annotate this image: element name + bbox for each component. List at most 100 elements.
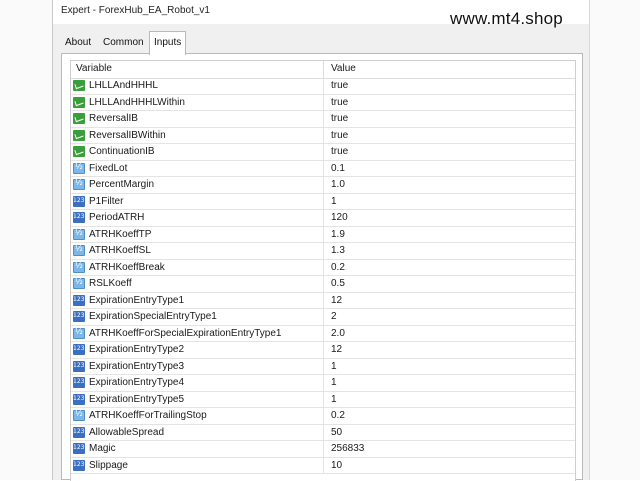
variable-value[interactable]: 50 <box>331 427 342 438</box>
variable-value[interactable]: true <box>331 113 348 124</box>
double-type-icon <box>73 277 85 289</box>
integer-type-icon <box>73 360 85 372</box>
integer-type-icon <box>73 443 85 454</box>
integer-type-icon <box>73 212 85 223</box>
variable-value[interactable]: true <box>331 97 348 108</box>
table-row[interactable]: PeriodATRH 120 <box>71 210 575 227</box>
table-row[interactable]: PercentMargin 1.0 <box>71 177 575 194</box>
variable-value[interactable]: 12 <box>331 344 342 355</box>
double-type-icon <box>73 244 85 256</box>
table-row[interactable]: ReversalIB true <box>71 111 575 128</box>
cell-divider <box>323 276 324 292</box>
watermark-text: www.mt4.shop <box>450 9 563 28</box>
cell-divider <box>323 408 324 424</box>
table-row[interactable]: ExpirationSpecialEntryType1 2 <box>71 309 575 326</box>
variable-value[interactable]: 256833 <box>331 443 364 454</box>
variable-value[interactable]: 1 <box>331 394 337 405</box>
variable-value[interactable]: 0.2 <box>331 262 345 273</box>
variable-value[interactable]: 1.9 <box>331 229 345 240</box>
variable-value[interactable]: 120 <box>331 212 348 223</box>
table-row[interactable]: P1Filter 1 <box>71 193 575 210</box>
boolean-type-icon <box>73 146 85 157</box>
tab-about[interactable]: About <box>61 33 95 53</box>
variable-value[interactable]: 2 <box>331 311 337 322</box>
cell-divider <box>323 309 324 325</box>
double-type-icon <box>73 228 85 240</box>
cell-divider <box>323 342 324 358</box>
variable-value[interactable]: 1.0 <box>331 179 345 190</box>
variable-value[interactable]: true <box>331 80 348 91</box>
integer-type-icon <box>73 311 85 322</box>
variable-value[interactable]: true <box>331 146 348 157</box>
variable-value[interactable]: 0.1 <box>331 163 345 174</box>
background-left <box>0 0 52 480</box>
cell-divider <box>323 375 324 391</box>
table-row[interactable]: ExpirationEntryType3 1 <box>71 358 575 375</box>
cell-divider <box>323 78 324 94</box>
cell-divider <box>323 94 324 110</box>
table-row[interactable]: ExpirationEntryType1 12 <box>71 292 575 309</box>
cell-divider <box>323 243 324 259</box>
variable-value[interactable]: 0.5 <box>331 278 345 289</box>
tab-common[interactable]: Common <box>99 33 148 53</box>
variable-value[interactable]: 0.2 <box>331 410 345 421</box>
variable-value[interactable]: 1 <box>331 361 337 372</box>
variable-value[interactable]: 1.3 <box>331 245 345 256</box>
integer-type-icon <box>73 426 85 438</box>
variable-name: Magic <box>89 443 116 454</box>
table-row[interactable]: LHLLAndHHHL true <box>71 78 575 95</box>
table-row[interactable]: ATRHKoeffTP 1.9 <box>71 226 575 243</box>
variable-name: Slippage <box>89 459 128 471</box>
variable-name: ExpirationEntryType2 <box>89 344 185 355</box>
table-row[interactable]: ExpirationEntryType5 1 <box>71 391 575 408</box>
variable-name: ExpirationEntryType1 <box>89 294 185 306</box>
cell-divider <box>323 441 324 457</box>
variable-value[interactable]: 10 <box>331 460 342 471</box>
cell-divider <box>323 177 324 193</box>
table-row[interactable]: ATRHKoeffBreak 0.2 <box>71 259 575 276</box>
table-row[interactable]: FixedLot 0.1 <box>71 160 575 177</box>
cell-divider <box>323 111 324 127</box>
variable-name: ATRHKoeffTP <box>89 228 152 240</box>
table-row[interactable]: ATRHKoeffForSpecialExpirationEntryType1 2… <box>71 325 575 342</box>
cell-divider <box>323 424 324 440</box>
variable-name: PeriodATRH <box>89 212 145 223</box>
table-row[interactable]: Slippage 10 <box>71 457 575 474</box>
table-row[interactable]: ExpirationEntryType4 1 <box>71 375 575 392</box>
variable-value[interactable]: true <box>331 130 348 141</box>
inputs-panel: Variable Value LHLLAndHHHL true LHLLAndHHH… <box>61 53 583 481</box>
table-row[interactable]: ExpirationEntryType2 12 <box>71 342 575 359</box>
boolean-type-icon <box>73 80 85 91</box>
cell-divider <box>323 457 324 473</box>
cell-divider <box>323 193 324 209</box>
table-row[interactable]: ATRHKoeffSL 1.3 <box>71 243 575 260</box>
integer-type-icon <box>73 294 85 306</box>
table-row[interactable]: Magic 256833 <box>71 441 575 458</box>
tab-inputs[interactable]: Inputs <box>149 31 187 55</box>
parameters-table: Variable Value LHLLAndHHHL true LHLLAndHHH… <box>70 60 576 481</box>
variable-value[interactable]: 2.0 <box>331 328 345 339</box>
variable-name: AllowableSpread <box>89 426 165 438</box>
boolean-type-icon <box>73 96 85 108</box>
variable-value[interactable]: 1 <box>331 377 337 388</box>
variable-name: FixedLot <box>89 162 128 174</box>
cell-divider <box>323 144 324 160</box>
double-type-icon <box>73 409 85 421</box>
table-row[interactable]: AllowableSpread 50 <box>71 424 575 441</box>
column-header-value[interactable]: Value <box>331 63 356 74</box>
variable-name: ReversalIBWithin <box>89 129 166 141</box>
variable-value[interactable]: 12 <box>331 295 342 306</box>
column-header-variable[interactable]: Variable <box>76 63 112 74</box>
table-row[interactable]: LHLLAndHHHLWithin true <box>71 94 575 111</box>
variable-name: ExpirationSpecialEntryType1 <box>89 311 217 322</box>
variable-name: ExpirationEntryType5 <box>89 393 185 405</box>
boolean-type-icon <box>73 113 85 124</box>
table-row[interactable]: ATRHKoeffForTrailingStop 0.2 <box>71 408 575 425</box>
cell-divider <box>323 210 324 226</box>
table-row[interactable]: ContinuationIB true <box>71 144 575 161</box>
window-title: Expert - ForexHub_EA_Robot_v1 <box>61 5 210 16</box>
column-divider[interactable] <box>323 61 324 78</box>
table-row[interactable]: RSLKoeff 0.5 <box>71 276 575 293</box>
variable-value[interactable]: 1 <box>331 196 337 207</box>
table-row[interactable]: ReversalIBWithin true <box>71 127 575 144</box>
